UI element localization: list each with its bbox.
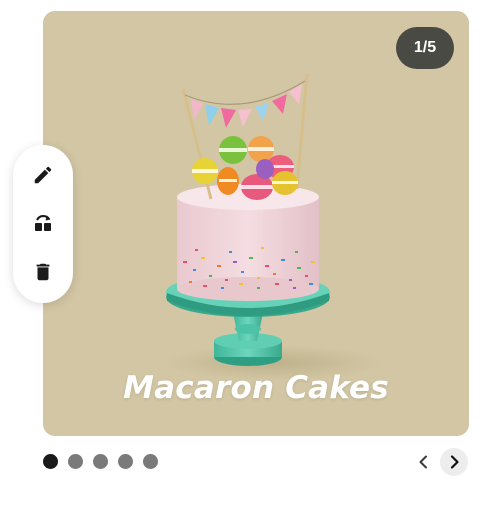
slide-caption: Macaron Cakes	[123, 370, 389, 406]
delete-button[interactable]	[29, 258, 57, 286]
next-slide-button[interactable]	[440, 448, 468, 476]
carousel-widget: 1/5 Macaron Cakes	[0, 0, 494, 514]
slide-counter-text: 1/5	[413, 39, 437, 56]
swap-icon	[35, 214, 51, 231]
chevron-right-icon	[450, 455, 459, 469]
pencil-icon	[34, 166, 52, 184]
action-toolbar	[13, 145, 73, 303]
pagination-dot-3[interactable]	[93, 454, 108, 469]
pagination-dot-1[interactable]	[43, 454, 58, 469]
pagination-dot-5[interactable]	[143, 454, 158, 469]
edit-button[interactable]	[29, 161, 57, 189]
replace-button[interactable]	[29, 209, 57, 237]
pagination-dot-2[interactable]	[68, 454, 83, 469]
slide-counter-badge: 1/5	[396, 27, 454, 69]
chevron-left-icon	[419, 455, 427, 469]
trash-icon	[36, 263, 50, 281]
previous-slide-button[interactable]	[410, 448, 438, 476]
pagination-dot-4[interactable]	[118, 454, 133, 469]
